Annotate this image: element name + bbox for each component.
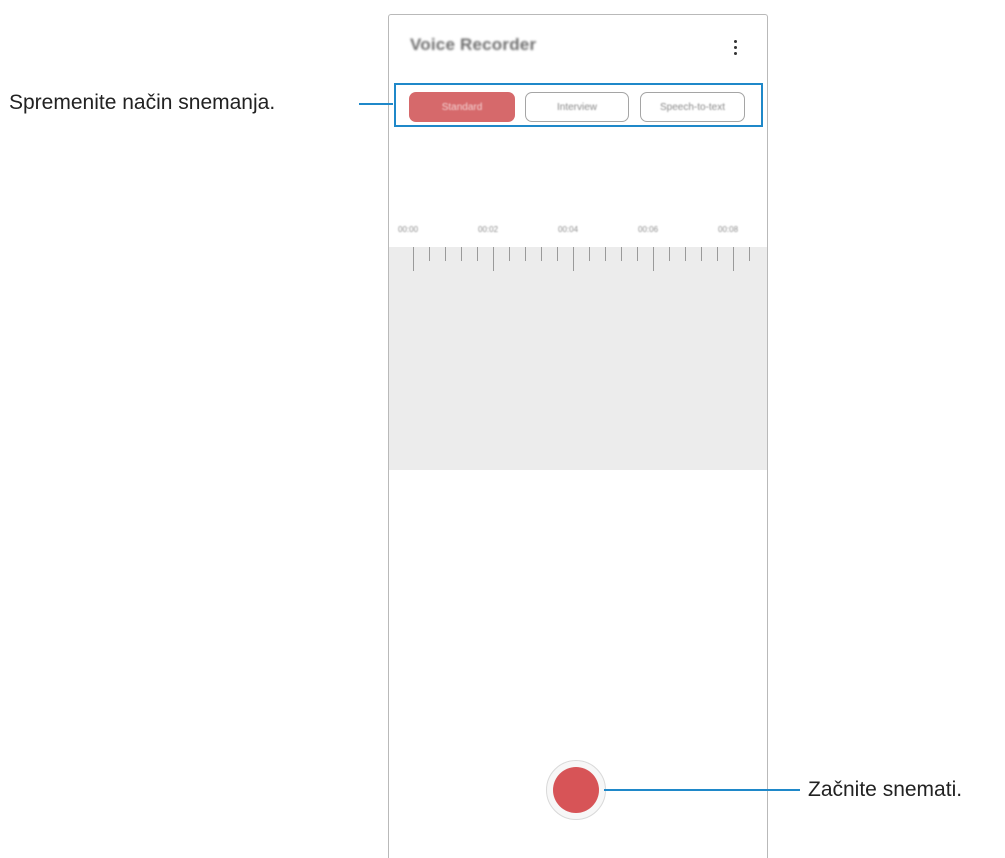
ruler-tick <box>749 247 750 261</box>
ruler-tick <box>701 247 702 261</box>
record-icon <box>553 767 599 813</box>
ruler-tick <box>525 247 526 261</box>
recording-mode-selector: Standard Interview Speech-to-text <box>394 83 763 127</box>
ruler-tick <box>557 247 558 261</box>
timeline-ruler <box>389 247 767 273</box>
ruler-tick <box>461 247 462 261</box>
ruler-tick <box>445 247 446 261</box>
ruler-tick <box>509 247 510 261</box>
waveform-area <box>389 247 767 470</box>
ruler-tick <box>605 247 606 261</box>
ruler-tick <box>669 247 670 261</box>
app-title: Voice Recorder <box>410 35 537 54</box>
mode-standard-label: Standard <box>441 101 483 113</box>
ruler-tick <box>541 247 542 261</box>
mode-interview-button[interactable]: Interview <box>525 92 629 122</box>
timeline-label: 00:00 <box>398 225 419 234</box>
ruler-tick <box>685 247 686 261</box>
callout-mode-line <box>359 103 393 105</box>
mode-speech-to-text-label: Speech-to-text <box>659 101 726 113</box>
timeline-label: 00:08 <box>718 225 739 234</box>
timeline-label: 00:06 <box>638 225 659 234</box>
ruler-tick <box>429 247 430 261</box>
mode-interview-label: Interview <box>556 101 597 113</box>
callout-record-text: Začnite snemati. <box>808 778 963 801</box>
more-options-icon[interactable] <box>725 35 745 59</box>
timeline-labels: 00:00 00:02 00:04 00:06 00:08 <box>389 225 767 241</box>
ruler-tick <box>573 247 574 271</box>
callout-mode-text: Spremenite način snemanja. <box>9 91 276 114</box>
record-button[interactable] <box>546 760 606 820</box>
timeline-label: 00:02 <box>478 225 499 234</box>
ruler-tick <box>477 247 478 261</box>
ruler-tick <box>733 247 734 271</box>
mode-speech-to-text-button[interactable]: Speech-to-text <box>640 92 745 122</box>
ruler-tick <box>589 247 590 261</box>
mode-standard-button[interactable]: Standard <box>409 92 515 122</box>
ruler-tick <box>413 247 414 271</box>
phone-screen: Voice Recorder Standard Interview Speech… <box>388 14 768 858</box>
ruler-tick <box>717 247 718 261</box>
ruler-tick <box>621 247 622 261</box>
ruler-tick <box>637 247 638 261</box>
callout-record-line <box>604 789 800 791</box>
ruler-tick <box>653 247 654 271</box>
ruler-tick <box>493 247 494 271</box>
timeline-label: 00:04 <box>558 225 579 234</box>
